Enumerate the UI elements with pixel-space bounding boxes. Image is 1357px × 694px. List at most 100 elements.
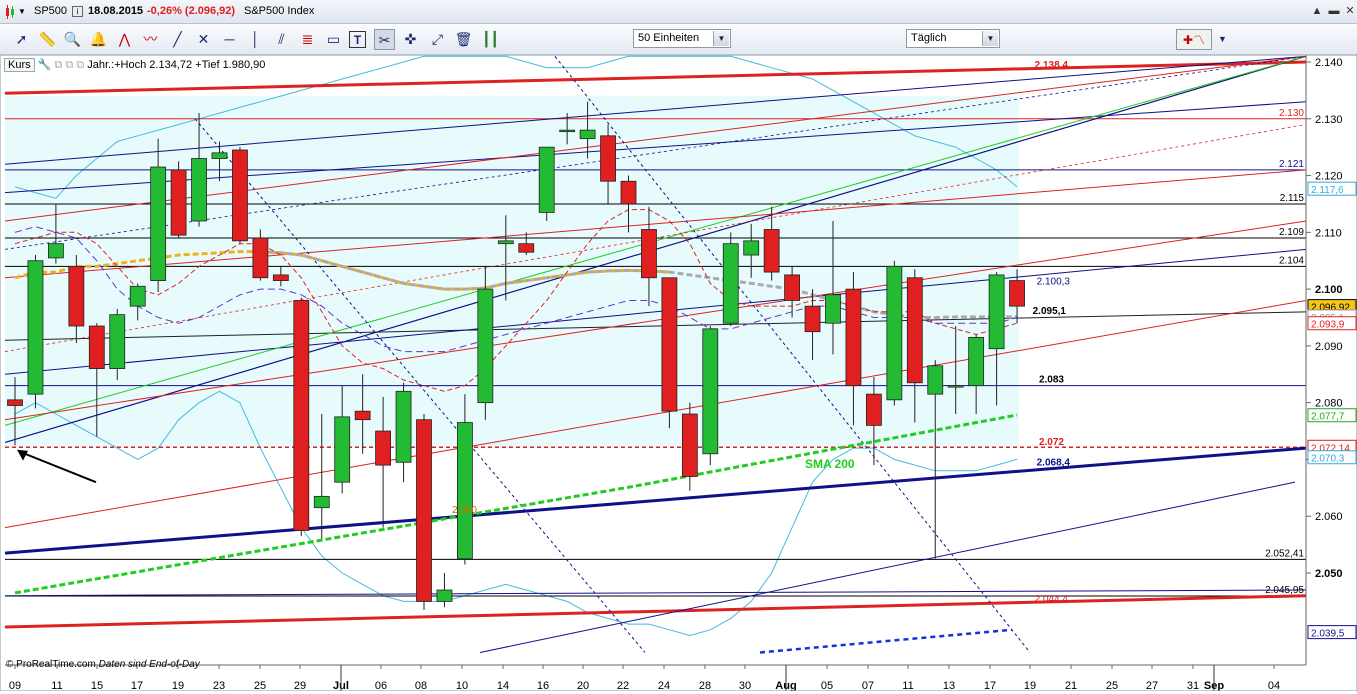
hline-icon[interactable]: ─ [219, 29, 240, 50]
candle-body [681, 413, 698, 477]
window3-icon[interactable]: ⧉ [76, 59, 84, 71]
tools-icon[interactable]: ✂ [374, 29, 395, 50]
x-tick-label: 19 [172, 680, 184, 691]
candle-body [150, 166, 167, 281]
chart-svg: 2.138,4 2.130 2.121 2.115 2.109 2.104 2.100,3 2… [0, 54, 1357, 692]
rectangle-icon[interactable]: ▭ [323, 29, 344, 50]
period-select-value: Täglich [911, 32, 947, 44]
chart-header: Kurs 🔧 ⧉ ⧉ ⧉ Jahr.:+Hoch 2.134,72 +Tief … [4, 58, 265, 72]
kurs-label[interactable]: Kurs [4, 58, 35, 72]
level-annotation: 2.109 [1279, 227, 1304, 238]
x-tick-label: 11 [51, 680, 62, 691]
candle-body [702, 328, 719, 455]
candle-body [252, 237, 269, 279]
candle-body [129, 285, 146, 307]
candle-body [109, 314, 126, 369]
candle [170, 161, 187, 239]
x-tick-label: 29 [294, 680, 306, 691]
window-icon[interactable]: ⧉ [54, 59, 62, 71]
candle-body [88, 325, 105, 369]
level-annotation: 2.130 [1279, 108, 1304, 119]
indicator-icon[interactable]: ✚〽 [1176, 29, 1212, 50]
x-tick-label: 05 [821, 680, 833, 691]
candle [661, 277, 678, 429]
fibo-icon[interactable]: ≣ [297, 29, 318, 50]
x-tick-label: 25 [254, 680, 266, 691]
trash-icon[interactable]: 🗑 [453, 29, 474, 50]
minimize-icon[interactable]: ▬ [1327, 4, 1341, 18]
candle [702, 326, 719, 466]
candle-body [27, 260, 44, 395]
instrument-name: S&P500 Index [244, 5, 315, 17]
x-tick-label: 13 [943, 680, 955, 691]
y-tick-label: 2.080 [1315, 398, 1343, 410]
candle-body [947, 385, 964, 388]
candle-body [191, 158, 207, 222]
symbol-label[interactable]: SP500 [34, 5, 67, 17]
arrow-cross-icon[interactable]: ✜ [400, 29, 421, 50]
ruler-icon[interactable]: 📏 [37, 29, 58, 50]
trendline-icon[interactable]: ╱ [167, 29, 188, 50]
level-annotation: 2.115 [1280, 193, 1305, 204]
candle-body [272, 274, 289, 281]
candle-body [518, 243, 535, 253]
trendline-cross-icon[interactable]: ✕ [193, 29, 214, 50]
period-select[interactable]: Täglich ▼ [906, 29, 1000, 48]
candle-body [559, 129, 576, 133]
vline-icon[interactable]: │ [245, 29, 266, 50]
chevron-down-icon[interactable]: ▼ [713, 31, 729, 46]
indicator-dropdown-icon[interactable]: ▼ [1212, 29, 1233, 50]
candle-body [845, 288, 862, 387]
x-tick-label: 27 [1146, 680, 1158, 691]
fibo-lines-icon[interactable]: ┃┃ [480, 29, 501, 50]
wave-icon[interactable]: 〰 [140, 29, 161, 50]
candle-body [579, 129, 596, 140]
candle-body [538, 146, 555, 213]
level-annotation: 2.121 [1279, 159, 1304, 170]
price-tag: 2.117,6 [1307, 181, 1357, 196]
zoom-icon[interactable]: 🔍 [62, 29, 83, 50]
level-annotation: 2.045,95 [1265, 585, 1304, 596]
x-tick-label: 23 [213, 680, 225, 691]
y-tick-label: 2.130 [1315, 114, 1343, 126]
window2-icon[interactable]: ⧉ [65, 59, 73, 71]
x-tick-label: 04 [1268, 680, 1280, 691]
alarm-icon[interactable]: 🔔 [88, 29, 109, 50]
price-tag-label: 2.077,7 [1311, 412, 1345, 423]
fan-icon[interactable]: ⋀ [114, 29, 135, 50]
candle-body [232, 149, 248, 242]
candle-body [641, 229, 657, 279]
collapse-icon[interactable]: ▲ [1310, 4, 1324, 18]
text-tool-icon[interactable]: T [349, 31, 366, 48]
pointer-icon[interactable]: ➚ [11, 29, 32, 50]
double-line-icon[interactable]: ⤢ [427, 29, 448, 50]
units-select[interactable]: 50 Einheiten ▼ [633, 29, 731, 48]
info-icon[interactable]: i [72, 5, 83, 17]
candle-body [313, 495, 330, 509]
candle-body [436, 589, 453, 602]
level-annotation: 2.083 [1039, 375, 1064, 386]
title-bar: ▼ SP500 i 18.08.2015 -0,26% (2.096,92) S… [0, 0, 1357, 24]
year-range-label: Jahr.:+Hoch 2.134,72 +Tief 1.980,90 [87, 59, 266, 71]
wrench-icon[interactable]: 🔧 [38, 59, 52, 71]
candle-body [866, 393, 882, 426]
price-tag: 2.070,3 [1307, 450, 1357, 465]
candle-body [395, 390, 412, 463]
x-tick-label: 07 [862, 680, 874, 691]
close-icon[interactable]: ✕ [1343, 4, 1357, 18]
sma200-label: SMA 200 [805, 457, 855, 471]
price-chart[interactable]: 2.138,4 2.130 2.121 2.115 2.109 2.104 2.100,3 2… [0, 54, 1357, 692]
price-tag: 2.093,9 [1307, 316, 1357, 331]
dropdown-icon[interactable]: ▼ [18, 7, 26, 16]
footer: © ProRealTime.com Daten sind End-of-Day [6, 659, 200, 670]
candle [232, 147, 248, 244]
x-tick-label: 17 [131, 680, 143, 691]
candle-body [1009, 280, 1025, 307]
x-tick-label: 06 [375, 680, 387, 691]
candle [886, 260, 903, 406]
y-tick-label: 2.090 [1315, 341, 1343, 353]
x-tick-label: 08 [415, 680, 427, 691]
candle-body [784, 274, 800, 301]
parallel-icon[interactable]: ⫽ [271, 29, 292, 50]
chevron-down-icon[interactable]: ▼ [982, 31, 998, 46]
